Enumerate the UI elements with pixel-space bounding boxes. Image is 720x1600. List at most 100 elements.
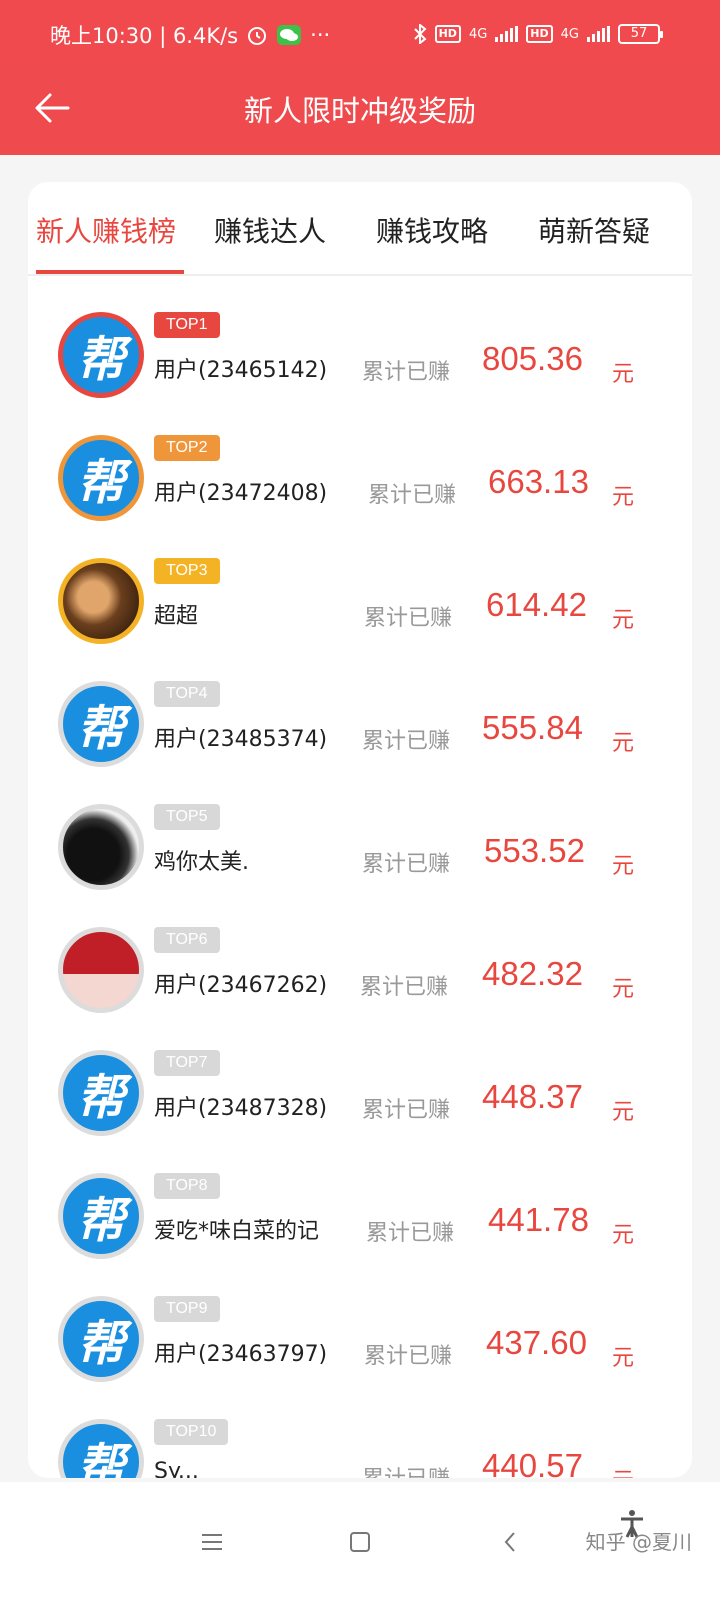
currency-unit: 元 [612, 1346, 635, 1371]
avatar: 帮 [58, 435, 144, 521]
list-item[interactable]: 帮 TOP8 爱吃*味白菜的记 累计已赚 441.78 元 [28, 1153, 692, 1276]
list-item[interactable]: 帮 TOP10 Sy... 累计已赚 440.57 元 [28, 1399, 692, 1478]
currency-unit: 元 [612, 731, 635, 756]
bluetooth-icon [413, 24, 427, 44]
earned-label: 累计已赚 [362, 729, 451, 754]
earned-label: 累计已赚 [360, 975, 449, 1000]
avatar: 帮 [58, 1296, 144, 1382]
list-item[interactable]: 帮 TOP4 用户(23485374) 累计已赚 555.84 元 [28, 661, 692, 784]
earned-label: 累计已赚 [362, 1098, 451, 1123]
rank-badge: TOP6 [154, 927, 220, 953]
earned-label: 累计已赚 [366, 1221, 455, 1246]
tab-new-earners[interactable]: 新人赚钱榜 [36, 210, 176, 250]
list-item[interactable]: 帮 TOP2 用户(23472408) 累计已赚 663.13 元 [28, 415, 692, 538]
currency-unit: 元 [612, 854, 635, 879]
rank-badge: TOP8 [154, 1173, 220, 1199]
avatar: 帮 [58, 681, 144, 767]
earned-label: 累计已赚 [362, 852, 451, 877]
avatar-glyph: 帮 [76, 332, 125, 388]
avatar [58, 927, 144, 1013]
avatar-glyph: 帮 [76, 1439, 125, 1478]
earned-label: 累计已赚 [364, 606, 453, 631]
menu-icon[interactable] [192, 1522, 232, 1562]
currency-unit: 元 [612, 1463, 634, 1478]
earned-amount: 437.60 [486, 1324, 587, 1361]
rank-badge: TOP3 [154, 558, 220, 584]
avatar: 帮 [58, 1173, 144, 1259]
hd-icon: HD [434, 25, 461, 43]
avatar: 帮 [58, 1050, 144, 1136]
user-name: 用户(23467262) [154, 973, 328, 998]
avatar-glyph: 帮 [76, 1316, 125, 1372]
status-left: 晚上10:30 | 6.4K/s ··· [50, 20, 330, 50]
battery-icon: 57 [618, 24, 663, 44]
earned-amount: 805.36 [482, 340, 583, 377]
earned-label: 累计已赚 [368, 483, 457, 508]
tab-earning-guide[interactable]: 赚钱攻略 [376, 210, 488, 250]
user-name: 用户(23463797) [154, 1342, 328, 1367]
page-title: 新人限时冲级奖励 [243, 94, 476, 128]
user-name: 用户(23472408) [154, 481, 328, 506]
user-name: 用户(23485374) [154, 727, 328, 752]
avatar: 帮 [58, 312, 144, 398]
rank-badge: TOP9 [154, 1296, 220, 1322]
tab-top-earners[interactable]: 赚钱达人 [214, 210, 326, 250]
signal-4g-icon [495, 26, 519, 42]
currency-unit: 元 [612, 485, 635, 510]
earned-label: 累计已赚 [364, 1344, 453, 1369]
avatar: 帮 [58, 1419, 144, 1478]
avatar-glyph: 帮 [76, 1193, 125, 1249]
system-nav-bar: 知乎 @夏川 [0, 1482, 720, 1600]
currency-unit: 元 [612, 608, 635, 633]
watermark-text: 知乎 @夏川 [585, 1530, 692, 1554]
list-item[interactable]: 帮 TOP9 用户(23463797) 累计已赚 437.60 元 [28, 1276, 692, 1399]
ranking-list: 帮 TOP1 用户(23465142) 累计已赚 805.36 元 帮 TOP2… [28, 292, 692, 1478]
signal-4g-icon [587, 26, 610, 42]
app-bar: 新人限时冲级奖励 [0, 60, 720, 155]
signal-4g-label: 4G [468, 26, 488, 42]
earned-amount: 482.32 [482, 955, 583, 992]
list-item[interactable]: 帮 TOP7 用户(23487328) 累计已赚 448.37 元 [28, 1030, 692, 1153]
rank-badge: TOP1 [154, 312, 220, 338]
user-name: Sy... [154, 1459, 199, 1478]
earned-label: 累计已赚 [362, 360, 451, 385]
avatar-glyph: 帮 [76, 1070, 125, 1126]
wechat-icon [276, 24, 302, 46]
currency-unit: 元 [612, 362, 635, 387]
list-item[interactable]: 帮 TOP1 用户(23465142) 累计已赚 805.36 元 [28, 292, 692, 415]
user-name: 鸡你太美. [154, 850, 249, 875]
alarm-icon [246, 24, 268, 46]
avatar [58, 804, 144, 890]
earned-label: 累计已赚 [362, 1461, 450, 1478]
rank-badge: TOP4 [154, 681, 220, 707]
home-icon[interactable] [340, 1522, 380, 1562]
status-right: HD 4G HD 4G 57 [413, 24, 663, 44]
earned-amount: 440.57 [482, 1447, 583, 1478]
rank-badge: TOP2 [154, 435, 220, 461]
tab-divider [28, 274, 692, 276]
tab-newbie-faq[interactable]: 萌新答疑 [538, 210, 650, 250]
currency-unit: 元 [612, 977, 635, 1002]
earned-amount: 441.78 [488, 1201, 589, 1238]
avatar-glyph: 帮 [76, 455, 125, 511]
currency-unit: 元 [612, 1223, 635, 1248]
tab-bar: 新人赚钱榜 赚钱达人 赚钱攻略 萌新答疑 [28, 182, 692, 277]
list-item[interactable]: TOP5 鸡你太美. 累计已赚 553.52 元 [28, 784, 692, 907]
rank-badge: TOP5 [154, 804, 220, 830]
more-icon: ··· [310, 23, 331, 47]
user-name: 超超 [154, 604, 199, 629]
currency-unit: 元 [612, 1100, 635, 1125]
list-item[interactable]: TOP6 用户(23467262) 累计已赚 482.32 元 [28, 907, 692, 1030]
rank-badge: TOP10 [154, 1419, 229, 1445]
hd-icon: HD [526, 25, 553, 43]
ranking-card: 新人赚钱榜 赚钱达人 赚钱攻略 萌新答疑 帮 TOP1 用户(23465142)… [28, 182, 692, 1478]
earned-amount: 553.52 [484, 832, 585, 869]
signal-4g-label: 4G [560, 26, 579, 42]
status-time: 晚上10:30 | 6.4K/s [50, 24, 239, 48]
list-item[interactable]: TOP3 超超 累计已赚 614.42 元 [28, 538, 692, 661]
rank-badge: TOP7 [154, 1050, 220, 1076]
back-icon[interactable] [490, 1522, 530, 1562]
earned-amount: 663.13 [488, 463, 589, 500]
earned-amount: 448.37 [482, 1078, 583, 1115]
user-name: 爱吃*味白菜的记 [154, 1219, 320, 1244]
